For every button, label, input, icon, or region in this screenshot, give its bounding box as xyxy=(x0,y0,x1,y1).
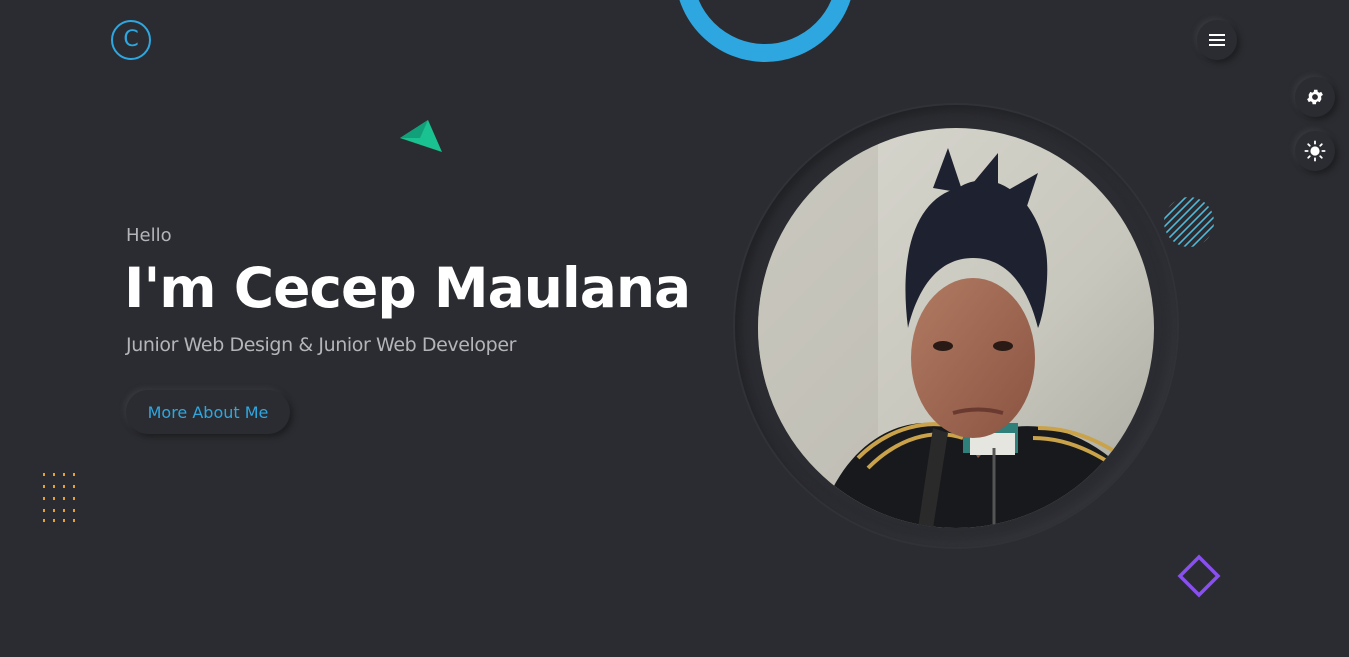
decorative-triangle xyxy=(400,120,442,152)
decorative-dot-grid xyxy=(43,473,75,522)
decorative-ring xyxy=(675,0,855,62)
menu-button[interactable] xyxy=(1197,20,1237,60)
gear-icon xyxy=(1307,89,1323,105)
greeting-text: Hello xyxy=(126,225,172,246)
sun-icon xyxy=(1304,140,1326,162)
hero-name-heading: I'm Cecep Maulana xyxy=(124,256,691,320)
site-logo[interactable]: C xyxy=(111,20,151,60)
decorative-striped-circle xyxy=(1164,197,1214,247)
theme-toggle-button[interactable] xyxy=(1295,131,1335,171)
more-about-me-button[interactable]: More About Me xyxy=(126,390,290,434)
page: C Hello I'm Cecep Maulana Junior Web Des… xyxy=(0,0,1349,657)
profile-photo xyxy=(758,128,1154,528)
decorative-diamond xyxy=(1177,554,1221,598)
hamburger-icon xyxy=(1209,31,1225,49)
hero-role-text: Junior Web Design & Junior Web Developer xyxy=(126,334,517,356)
settings-button[interactable] xyxy=(1295,77,1335,117)
